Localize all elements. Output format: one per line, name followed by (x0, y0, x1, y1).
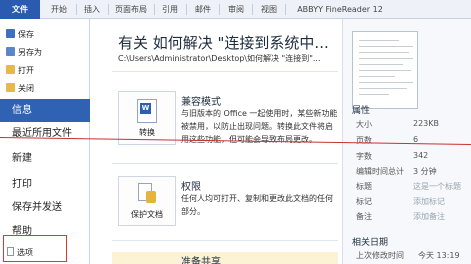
convert-button-label: 转换 (139, 128, 155, 137)
permissions-description: 任何人均可打开、复制和更改此文档的任何部分。 (181, 194, 333, 216)
tab-separator (154, 4, 155, 15)
protect-document-button[interactable]: 保护文档 (118, 176, 176, 226)
prop-size-value: 223KB (413, 119, 440, 128)
page-title: 有关 如何解决 "连接到系统中... (118, 34, 329, 52)
tab-references[interactable]: 引用 (156, 0, 184, 19)
nav-open-label: 打开 (18, 66, 34, 75)
ribbon-tab-bar: 文件 开始 插入 页面布局 引用 邮件 审阅 视图 ABBYY FineRead… (0, 0, 471, 19)
related-dates-heading: 相关日期 (352, 238, 389, 248)
nav-info[interactable]: 信息 (0, 99, 90, 122)
nav-save[interactable]: 保存 (6, 27, 34, 42)
nav-save-label: 保存 (18, 30, 34, 39)
nav-options[interactable]: 选项 (7, 246, 33, 260)
nav-new[interactable]: 新建 (0, 147, 90, 170)
open-folder-icon (6, 65, 15, 74)
convert-icon: W (137, 99, 157, 123)
nav-save-as-label: 另存为 (18, 48, 42, 57)
section-divider (112, 71, 338, 72)
nav-close-label: 关闭 (18, 84, 34, 93)
tab-review[interactable]: 审阅 (222, 0, 250, 19)
section-divider (112, 163, 338, 164)
prop-tags-key: 标记 (356, 197, 372, 206)
document-thumbnail (352, 31, 418, 109)
tab-insert[interactable]: 插入 (78, 0, 106, 19)
nav-open[interactable]: 打开 (6, 63, 34, 78)
prop-tags-value[interactable]: 添加标记 (413, 196, 445, 207)
tab-mailings[interactable]: 邮件 (189, 0, 217, 19)
prepare-sharing-section (112, 252, 338, 264)
tab-separator (252, 4, 253, 15)
prop-pages-key: 页数 (356, 136, 372, 145)
section-divider (112, 240, 338, 241)
tab-separator (219, 4, 220, 15)
permissions-title: 权限 (181, 182, 201, 193)
close-icon (6, 83, 15, 92)
prop-size-key: 大小 (356, 120, 372, 129)
nav-options-label: 选项 (17, 248, 33, 257)
prepare-sharing-title: 准备共享 (181, 257, 221, 264)
prop-edit-time-key: 编辑时间总计 (356, 167, 404, 176)
prop-words-key: 字数 (356, 152, 372, 161)
prop-title-key: 标题 (356, 182, 372, 191)
prop-comments-key: 备注 (356, 212, 372, 221)
tab-separator (108, 4, 109, 15)
tab-separator (76, 4, 77, 15)
nav-recent-files[interactable]: 最近所用文件 (0, 122, 90, 145)
tab-file[interactable]: 文件 (0, 0, 40, 19)
prop-edit-time-value: 3 分钟 (413, 167, 437, 176)
nav-print[interactable]: 打印 (0, 173, 90, 196)
options-icon (7, 247, 14, 256)
nav-save-as[interactable]: 另存为 (6, 45, 42, 60)
tab-abbyy-finereader[interactable]: ABBYY FineReader 12 (288, 0, 392, 19)
prop-comments-value[interactable]: 添加备注 (413, 211, 445, 222)
tab-view[interactable]: 视图 (255, 0, 283, 19)
save-as-icon (6, 47, 15, 56)
save-icon (6, 29, 15, 38)
prop-words-value: 342 (413, 151, 429, 160)
properties-heading[interactable]: 属性 (352, 103, 370, 116)
convert-button[interactable]: W 转换 (118, 91, 176, 145)
prop-title-value[interactable]: 这是一个标题 (413, 181, 461, 192)
protect-icon (136, 183, 158, 205)
prop-last-modified-key: 上次修改时间 (356, 251, 404, 260)
compat-mode-title: 兼容模式 (181, 97, 221, 108)
tab-separator (285, 4, 286, 15)
protect-document-label: 保护文档 (131, 210, 163, 219)
file-path: C:\Users\Administrator\Desktop\如何解决 "连接到… (118, 54, 321, 63)
prop-last-modified-value: 今天 13:19 (418, 251, 460, 260)
nav-close[interactable]: 关闭 (6, 81, 34, 96)
nav-save-and-send[interactable]: 保存并发送 (0, 196, 90, 219)
tab-separator (186, 4, 187, 15)
tab-home[interactable]: 开始 (44, 0, 74, 19)
tab-page-layout[interactable]: 页面布局 (110, 0, 152, 19)
